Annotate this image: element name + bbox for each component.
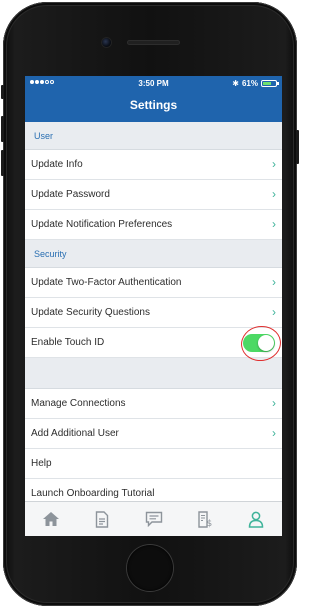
chevron-right-icon: ›: [272, 157, 276, 171]
chevron-right-icon: ›: [272, 396, 276, 410]
tab-messages[interactable]: [128, 502, 179, 536]
add-additional-user-row[interactable]: Add Additional User ›: [25, 419, 282, 449]
update-info-row[interactable]: Update Info ›: [25, 150, 282, 180]
section-header-user: User: [25, 122, 282, 150]
phone-frame: 3:50 PM ✱ 61% Settings User Update Info …: [1, 2, 299, 606]
manage-connections-row[interactable]: Manage Connections ›: [25, 389, 282, 419]
battery-icon: [261, 80, 279, 87]
chevron-right-icon: ›: [272, 305, 276, 319]
row-label: Update Password: [31, 189, 110, 200]
tab-home[interactable]: [25, 502, 76, 536]
tab-profile[interactable]: [231, 502, 282, 536]
row-label: Add Additional User: [31, 428, 119, 439]
row-label: Launch Onboarding Tutorial: [31, 488, 155, 499]
tab-bills[interactable]: $: [179, 502, 230, 536]
bluetooth-icon: ✱: [232, 79, 239, 88]
nav-bar: Settings: [25, 92, 282, 122]
row-label: Manage Connections: [31, 398, 126, 409]
row-label: Update Info: [31, 159, 83, 170]
home-icon: [42, 512, 59, 526]
help-row[interactable]: Help: [25, 449, 282, 479]
chevron-right-icon: ›: [272, 217, 276, 231]
app-screen: 3:50 PM ✱ 61% Settings User Update Info …: [25, 76, 282, 536]
power-button: [296, 130, 299, 164]
touch-id-toggle[interactable]: [243, 334, 275, 352]
volume-down-button: [1, 150, 4, 176]
battery-percent: 61%: [241, 79, 258, 88]
volume-up-button: [1, 116, 4, 142]
earpiece-speaker: [127, 40, 180, 45]
bill-icon: $: [198, 510, 212, 528]
update-notification-preferences-row[interactable]: Update Notification Preferences ›: [25, 210, 282, 240]
profile-icon: [249, 511, 264, 528]
chevron-right-icon: ›: [272, 426, 276, 440]
update-security-questions-row[interactable]: Update Security Questions ›: [25, 298, 282, 328]
toggle-knob: [258, 335, 274, 351]
svg-text:$: $: [206, 519, 212, 528]
silent-switch: [1, 85, 4, 99]
status-bar: 3:50 PM ✱ 61%: [25, 76, 282, 92]
update-two-factor-row[interactable]: Update Two-Factor Authentication ›: [25, 268, 282, 298]
front-camera: [102, 38, 111, 47]
home-button[interactable]: [127, 545, 173, 591]
section-spacer: [25, 358, 282, 389]
enable-touch-id-row: Enable Touch ID: [25, 323, 282, 364]
row-label: Enable Touch ID: [31, 337, 105, 348]
message-icon: [145, 511, 162, 527]
row-label: Update Security Questions: [31, 307, 150, 318]
document-icon: [95, 510, 109, 528]
update-password-row[interactable]: Update Password ›: [25, 180, 282, 210]
page-title: Settings: [129, 98, 178, 112]
row-label: Help: [31, 458, 52, 469]
tab-bar: $: [25, 501, 282, 536]
chevron-right-icon: ›: [272, 187, 276, 201]
row-label: Update Two-Factor Authentication: [31, 277, 182, 288]
section-header-security: Security: [25, 240, 282, 268]
chevron-right-icon: ›: [272, 275, 276, 289]
tab-documents[interactable]: [76, 502, 127, 536]
row-label: Update Notification Preferences: [31, 219, 173, 230]
